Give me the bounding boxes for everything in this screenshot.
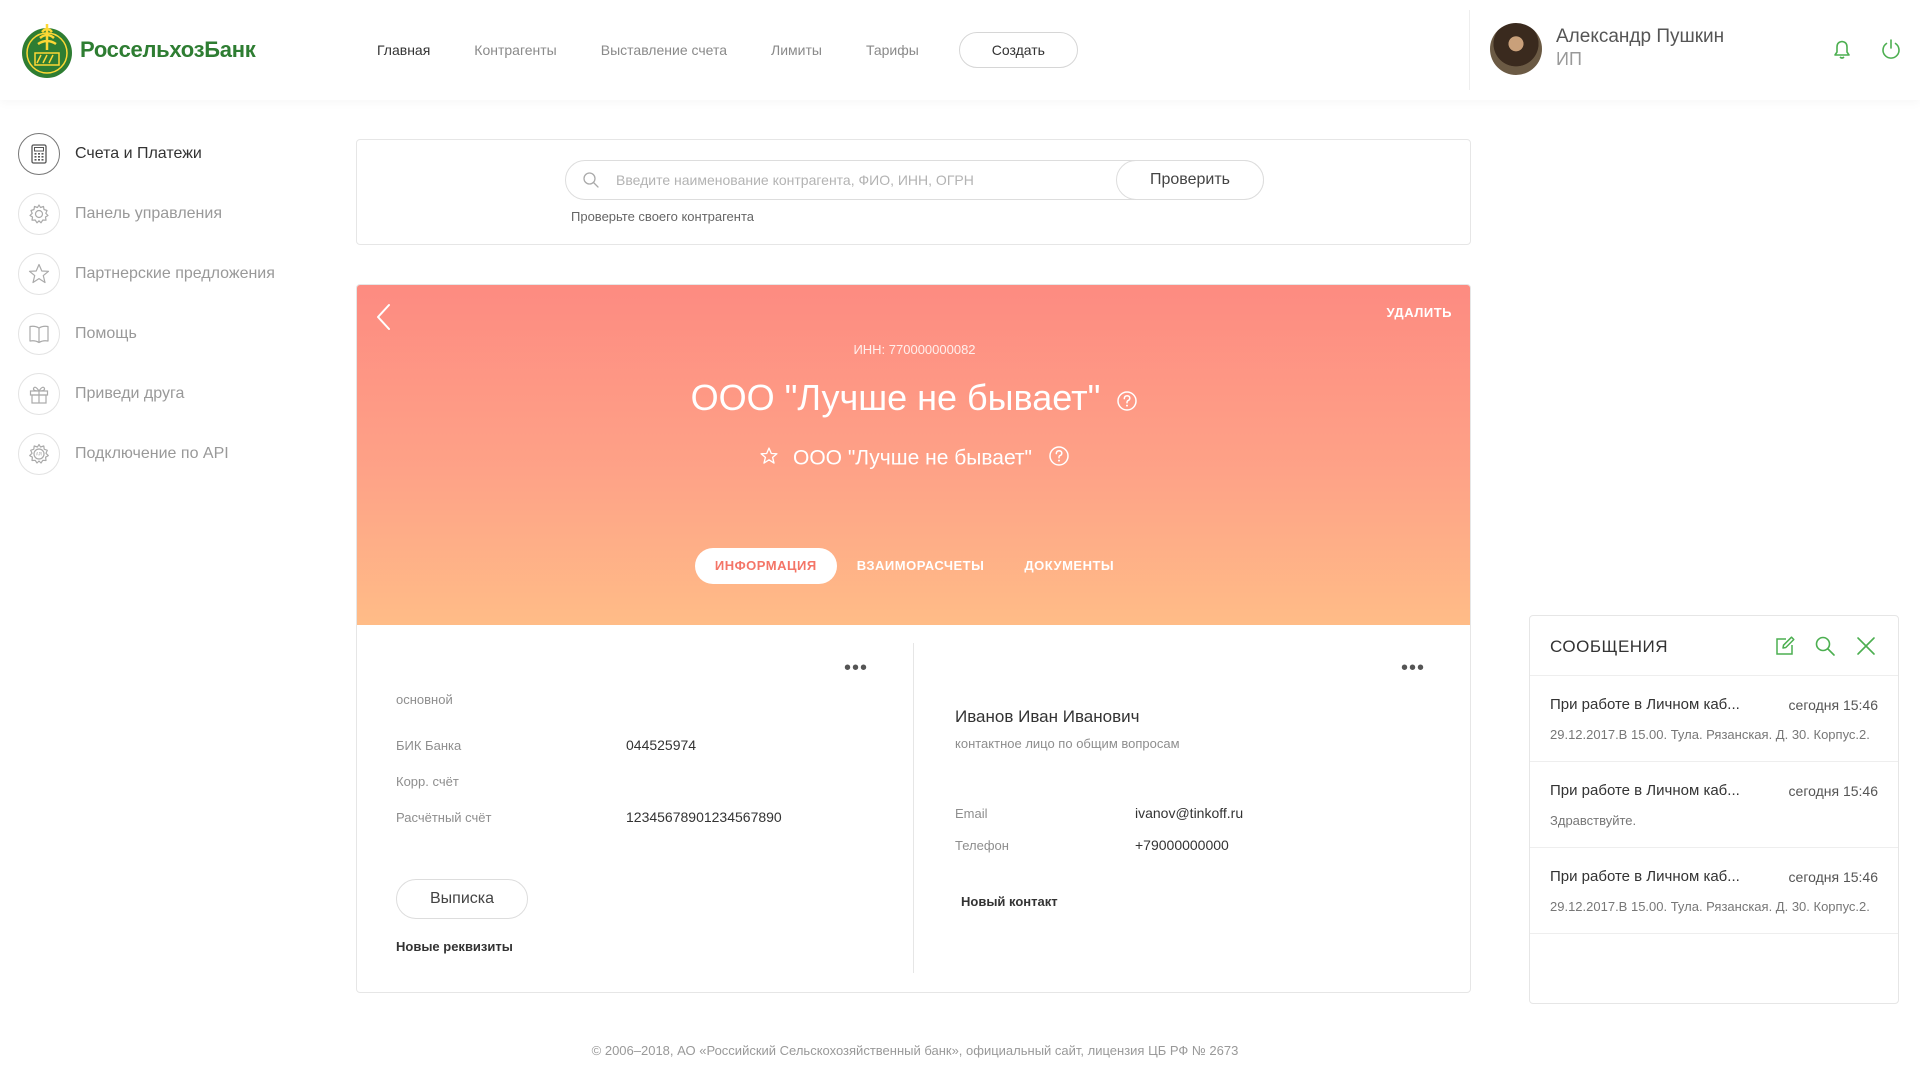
sidebar-item-label: Помощь [75, 325, 137, 342]
message-item[interactable]: При работе в Личном каб... сегодня 15:46… [1530, 848, 1898, 934]
gear-icon [18, 193, 60, 235]
search-bar: Проверить [565, 160, 1264, 200]
sidebar-item-refer-friend[interactable]: Приведи друга [18, 364, 275, 424]
new-contact-link[interactable]: Новый контакт [961, 894, 1058, 909]
nav-item-invoicing[interactable]: Выставление счета [601, 32, 727, 68]
new-details-link[interactable]: Новые реквизиты [396, 939, 513, 954]
delete-button[interactable]: УДАЛИТЬ [1387, 305, 1453, 320]
company-title-row: ООО "Лучше не бывает" [357, 377, 1470, 421]
message-item[interactable]: При работе в Личном каб... сегодня 15:46… [1530, 762, 1898, 848]
search-icon[interactable] [1813, 634, 1837, 663]
sidebar-item-label: Приведи друга [75, 385, 185, 402]
nav-item-counterparties[interactable]: Контрагенты [474, 32, 556, 68]
company-tabs: ИНФОРМАЦИЯ ВЗАИМОРАСЧЕТЫ ДОКУМЕНТЫ [357, 548, 1470, 584]
help-circle-icon[interactable] [1048, 445, 1070, 473]
user-name[interactable]: Александр Пушкин [1556, 26, 1724, 48]
sidebar-item-label: Счета и Платежи [75, 145, 202, 162]
sidebar-item-label: Партнерские предложения [75, 265, 275, 282]
help-circle-icon[interactable] [1116, 379, 1138, 421]
messages-header: СООБЩЕНИЯ [1530, 616, 1898, 676]
sidebar-item-help[interactable]: Помощь [18, 304, 275, 364]
corr-account-label: Корр. счёт [396, 774, 459, 789]
column-divider [913, 643, 914, 973]
nav-item-home[interactable]: Главная [377, 32, 430, 68]
settlement-account-label: Расчётный счёт [396, 810, 492, 825]
sidebar-item-accounts-payments[interactable]: Счета и Платежи [18, 124, 275, 184]
search-input[interactable] [616, 169, 1096, 191]
company-hero: УДАЛИТЬ ИНН: 770000000082 ООО "Лучше не … [357, 285, 1470, 625]
bik-label: БИК Банка [396, 738, 462, 753]
top-header: РоссельхозБанк Главная Контрагенты Выста… [0, 0, 1920, 100]
bank-logo[interactable]: РоссельхозБанк [20, 20, 256, 80]
sidebar-item-control-panel[interactable]: Панель управления [18, 184, 275, 244]
message-body: 29.12.2017.В 15.00. Тула. Рязанская. Д. … [1550, 899, 1870, 914]
message-body: 29.12.2017.В 15.00. Тула. Рязанская. Д. … [1550, 727, 1870, 742]
messages-panel: СООБЩЕНИЯ При работе в Личном каб... сег… [1529, 615, 1899, 1004]
bank-logo-emblem [20, 20, 74, 80]
book-icon [18, 313, 60, 355]
more-options-icon[interactable]: ••• [1401, 657, 1425, 680]
company-subtitle: ООО "Лучше не бывает" [793, 446, 1032, 470]
nav-item-tariffs[interactable]: Тарифы [866, 32, 919, 68]
search-icon [582, 171, 600, 194]
email-value[interactable]: ivanov@tinkoff.ru [1135, 805, 1243, 821]
company-subtitle-row: ООО "Лучше не бывает" [357, 445, 1470, 473]
svg-text:API: API [36, 452, 42, 457]
company-details: ••• основной БИК Банка 044525974 Корр. с… [357, 625, 1470, 992]
account-type: основной [396, 692, 453, 707]
sidebar-item-label: Панель управления [75, 205, 222, 222]
favorite-star-icon[interactable] [759, 446, 779, 472]
compose-icon[interactable] [1773, 634, 1797, 663]
company-inn: ИНН: 770000000082 [853, 342, 976, 357]
message-item[interactable]: При работе в Личном каб... сегодня 15:46… [1530, 676, 1898, 762]
phone-value[interactable]: +79000000000 [1135, 837, 1229, 853]
close-icon[interactable] [1854, 634, 1878, 663]
contact-name: Иванов Иван Иванович [955, 707, 1140, 726]
company-card: УДАЛИТЬ ИНН: 770000000082 ООО "Лучше не … [356, 284, 1471, 993]
tab-information[interactable]: ИНФОРМАЦИЯ [694, 548, 837, 584]
user-role: ИП [1556, 49, 1582, 69]
counterparty-check-card: Проверить Проверьте своего контрагента [356, 139, 1471, 245]
api-gear-icon: API [18, 433, 60, 475]
sidebar: Счета и Платежи Панель управления Партне… [18, 124, 275, 484]
contact-role: контактное лицо по общим вопросам [955, 736, 1180, 751]
search-hint: Проверьте своего контрагента [571, 209, 755, 224]
more-options-icon[interactable]: ••• [844, 657, 868, 680]
sidebar-item-label: Подключение по API [75, 445, 229, 462]
check-button[interactable]: Проверить [1116, 160, 1264, 200]
header-divider [1469, 10, 1470, 90]
messages-title: СООБЩЕНИЯ [1550, 637, 1669, 656]
avatar[interactable] [1490, 23, 1542, 75]
sidebar-item-partner-offers[interactable]: Партнерские предложения [18, 244, 275, 304]
message-time: сегодня 15:46 [1788, 697, 1878, 713]
nav-item-limits[interactable]: Лимиты [771, 32, 822, 68]
message-body: Здравствуйте. [1550, 813, 1637, 828]
message-time: сегодня 15:46 [1788, 783, 1878, 799]
message-time: сегодня 15:46 [1788, 869, 1878, 885]
star-icon [18, 253, 60, 295]
back-arrow-icon[interactable] [373, 301, 395, 338]
tab-documents[interactable]: ДОКУМЕНТЫ [1004, 548, 1134, 584]
calculator-icon [18, 133, 60, 175]
tab-settlements[interactable]: ВЗАИМОРАСЧЕТЫ [837, 548, 1005, 584]
footer-copyright: © 2006–2018, АО «Российский Сельскохозяй… [591, 1043, 1239, 1058]
settlement-account-value: 12345678901234567890 [626, 809, 782, 825]
main-nav: Главная Контрагенты Выставление счета Ли… [377, 32, 1078, 68]
sidebar-item-api[interactable]: API Подключение по API [18, 424, 275, 484]
company-title: ООО "Лучше не бывает" [690, 377, 1101, 418]
create-button[interactable]: Создать [958, 32, 1078, 68]
statement-button[interactable]: Выписка [396, 879, 528, 919]
bank-name: РоссельхозБанк [80, 37, 256, 62]
bell-icon[interactable] [1829, 36, 1855, 62]
email-label: Email [955, 806, 988, 821]
gift-icon [18, 373, 60, 415]
power-icon[interactable] [1878, 36, 1904, 62]
bik-value: 044525974 [626, 737, 697, 753]
phone-label: Телефон [955, 838, 1009, 853]
